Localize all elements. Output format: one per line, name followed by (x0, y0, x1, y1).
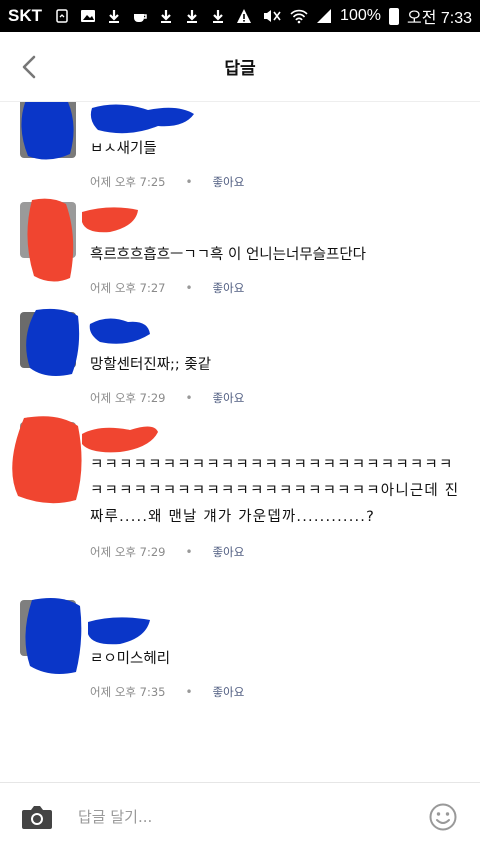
redaction-scribble (82, 207, 138, 233)
comment-time: 어제 오후 7:29 (90, 545, 166, 559)
reply-input[interactable] (78, 801, 398, 833)
comment-text: 흑르흐흐흡흐ㅡㄱㄱ흑 이 언니는너무슬프단다 (90, 247, 367, 263)
comment-time: 어제 오후 7:35 (90, 685, 166, 699)
screenshot-icon (56, 9, 68, 23)
status-left: SKT (8, 6, 252, 26)
comment-text: ㄹㅇ미스헤리 (90, 651, 171, 667)
redaction-scribble (82, 426, 158, 453)
redaction-scribble (25, 598, 82, 674)
status-bar: SKT 100% 오전 7:33 (0, 0, 480, 32)
like-button[interactable]: 좋아요 (213, 174, 245, 190)
clock: 오전 7:33 (406, 10, 472, 27)
camera-icon (22, 806, 52, 829)
reply-composer (0, 782, 480, 853)
chevron-left-icon (22, 55, 36, 79)
separator-dot: • (185, 281, 193, 295)
comment-text: ㅋㅋㅋㅋㅋㅋㅋㅋㅋㅋㅋㅋㅋㅋㅋㅋㅋㅋㅋㅋㅋㅋㅋㅋㅋㅋㅋㅋㅋㅋㅋㅋㅋㅋㅋㅋㅋㅋㅋㅋ… (90, 457, 460, 525)
status-right: 100% 오전 7:33 (262, 4, 472, 28)
redaction-scribble (88, 617, 150, 645)
redaction-scribble (21, 102, 74, 160)
comment-item: 흑르흐흐흡흐ㅡㄱㄱ흑 이 언니는너무슬프단다 어제 오후 7:27 • 좋아요 (20, 198, 470, 302)
gallery-icon (81, 10, 95, 22)
separator-dot: • (185, 175, 193, 189)
comment-item: ㄹㅇ미스헤리 어제 오후 7:35 • 좋아요 (20, 598, 470, 700)
download-icon (187, 10, 197, 23)
download-icon (109, 10, 119, 23)
like-button[interactable]: 좋아요 (213, 280, 245, 296)
comment-item: 망할센터진짜;; 좆같 어제 오후 7:29 • 좋아요 (20, 308, 470, 412)
mute-icon (264, 10, 281, 22)
signal-icon (317, 9, 332, 23)
comment-text: 망할센터진짜;; 좆같 (90, 357, 212, 373)
download-icon (161, 10, 171, 23)
comment-meta: 어제 오후 7:27 • 좋아요 (90, 280, 244, 296)
redaction-scribble (26, 308, 80, 376)
comment-meta: 어제 오후 7:29 • 좋아요 (90, 390, 244, 406)
separator-dot: • (185, 545, 193, 559)
redaction-scribble (27, 198, 74, 282)
battery-icon (388, 7, 399, 25)
separator-dot: • (185, 391, 193, 405)
comment-time: 어제 오후 7:25 (90, 175, 166, 189)
warning-icon (237, 9, 251, 23)
comment-time: 어제 오후 7:29 (90, 391, 166, 405)
comment-item: ㅂㅅ새기들 어제 오후 7:25 • 좋아요 (20, 102, 470, 189)
download-icon (213, 10, 223, 23)
smiley-icon (429, 803, 457, 831)
header: 답글 (0, 32, 480, 102)
separator-dot: • (185, 685, 193, 699)
redaction-scribble (12, 416, 82, 504)
wifi-icon (290, 9, 308, 24)
coffee-icon (134, 14, 147, 22)
like-button[interactable]: 좋아요 (213, 390, 245, 406)
comment-text: ㅂㅅ새기들 (90, 141, 157, 157)
comment-meta: 어제 오후 7:35 • 좋아요 (90, 684, 244, 700)
comment-list[interactable]: ㅂㅅ새기들 어제 오후 7:25 • 좋아요 흑르흐흐흡흐ㅡㄱㄱ흑 이 언니는너… (0, 102, 480, 782)
page-title: 답글 (224, 59, 256, 79)
like-button[interactable]: 좋아요 (213, 544, 245, 560)
comment-meta: 어제 오후 7:25 • 좋아요 (90, 174, 244, 190)
back-button[interactable] (14, 52, 44, 82)
battery-percent: 100% (340, 7, 381, 24)
like-button[interactable]: 좋아요 (213, 684, 245, 700)
redaction-scribble (89, 318, 150, 344)
comment-item: ㅋㅋㅋㅋㅋㅋㅋㅋㅋㅋㅋㅋㅋㅋㅋㅋㅋㅋㅋㅋㅋㅋㅋㅋㅋㅋㅋㅋㅋㅋㅋㅋㅋㅋㅋㅋㅋㅋㅋㅋ… (12, 416, 470, 582)
redaction-scribble (90, 104, 194, 134)
carrier-name: SKT (8, 6, 42, 25)
replies-sheet: 답글 ㅂㅅ새기들 어제 오후 7:25 • 좋아요 흑르흐흐흡흐ㅡㄱㄱ흑 이 언… (0, 32, 480, 853)
comment-time: 어제 오후 7:27 (90, 281, 166, 295)
comment-meta: 어제 오후 7:29 • 좋아요 (90, 544, 244, 560)
emoji-button[interactable] (428, 802, 458, 832)
camera-button[interactable] (20, 800, 54, 834)
